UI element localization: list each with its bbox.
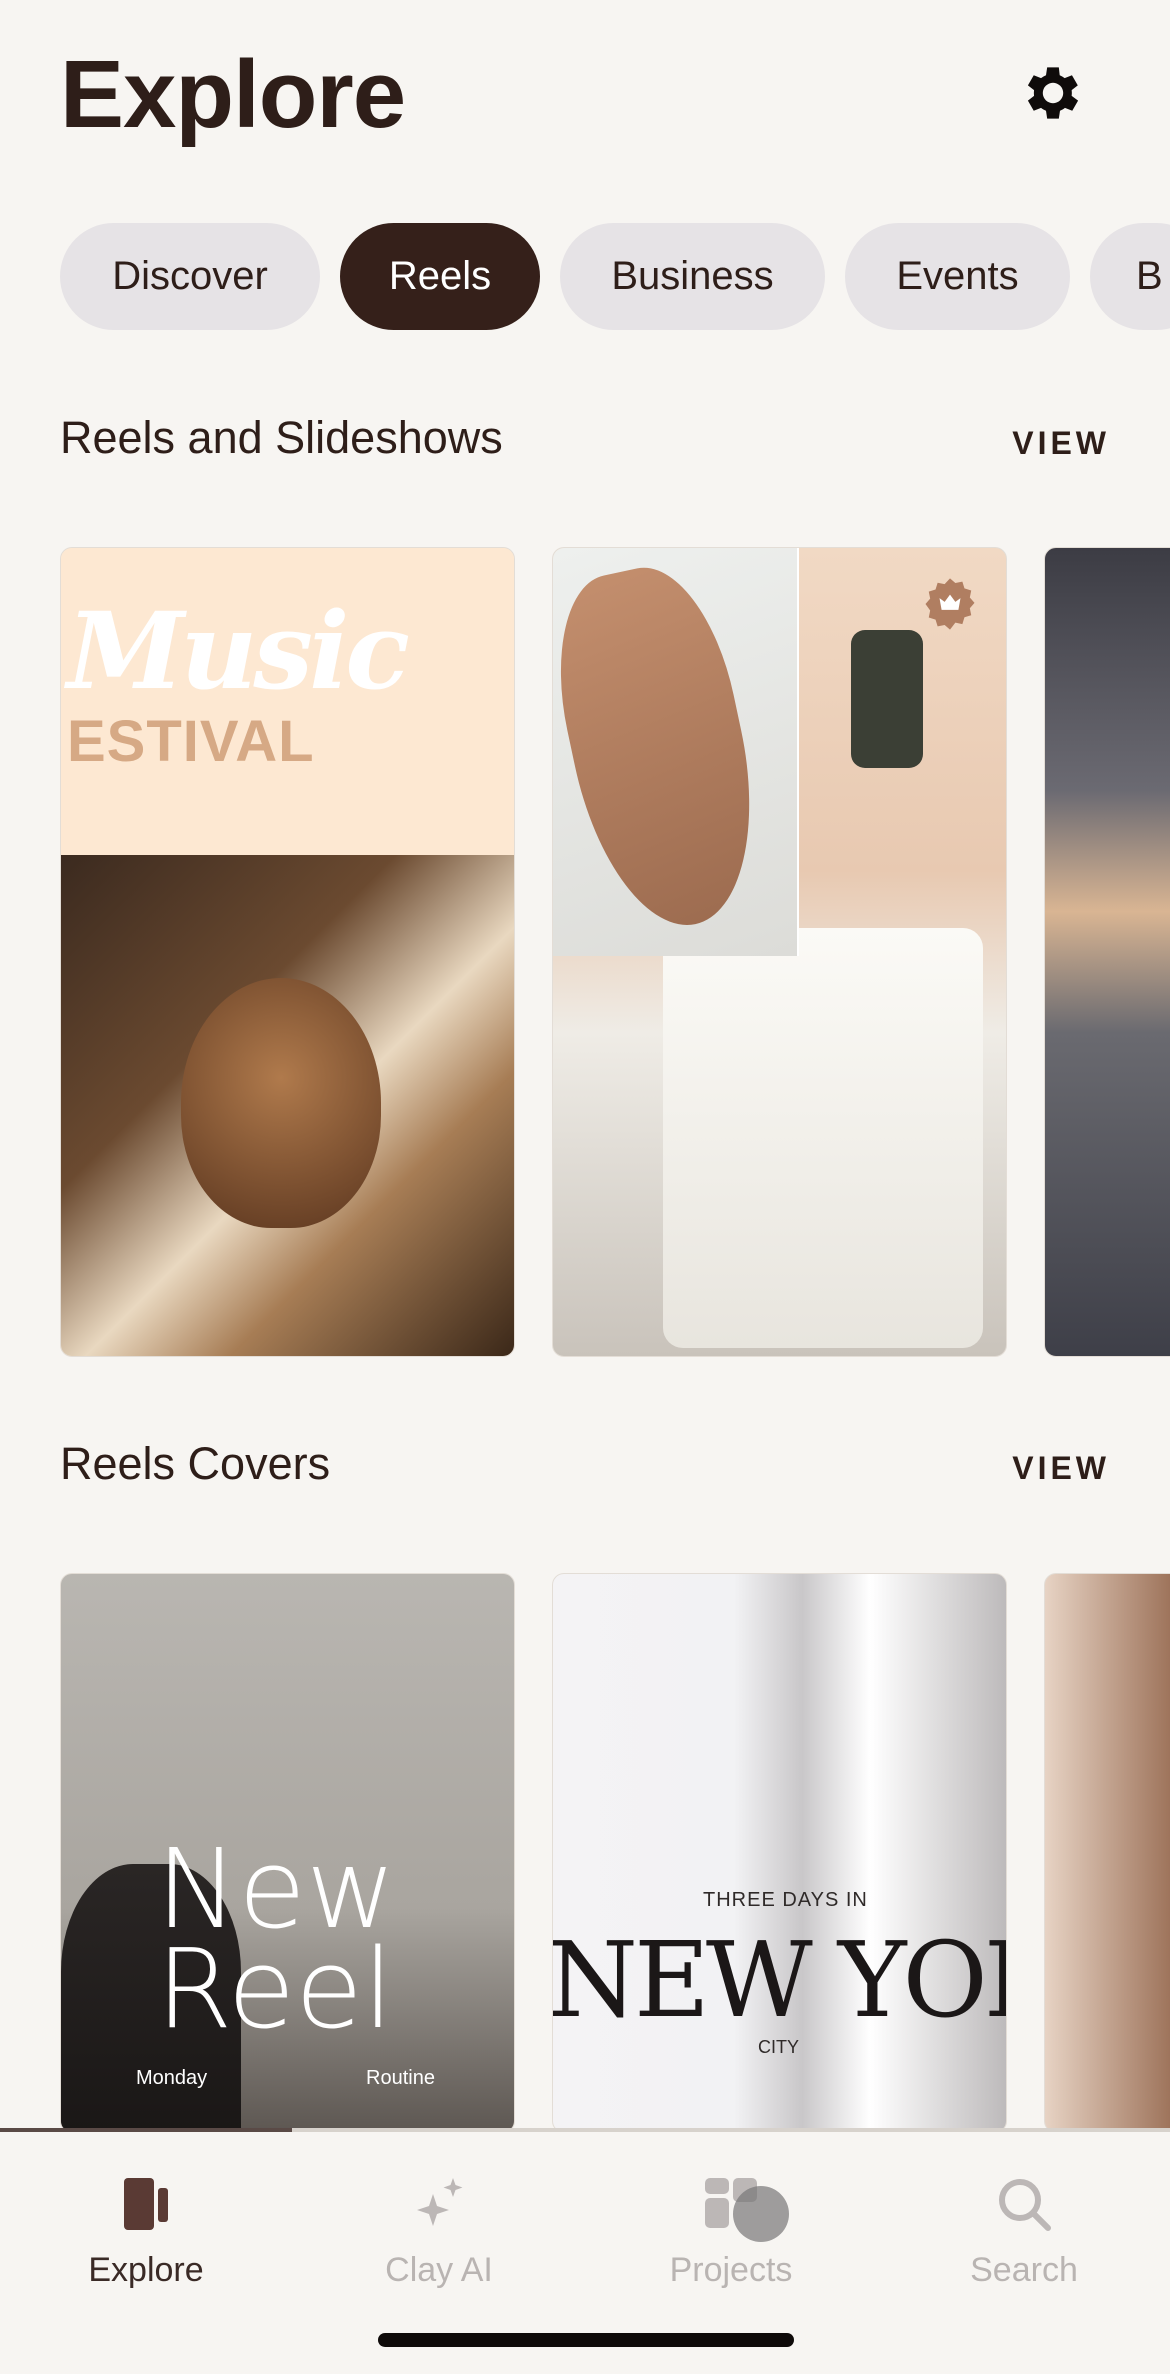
chip-more[interactable]: B [1090,223,1170,330]
category-chips: Discover Reels Business Events B [60,223,1170,330]
page-title: Explore [60,41,406,148]
crown-icon [925,578,975,630]
card-text-estival: ESTIVAL [67,709,315,774]
home-indicator [378,2333,794,2347]
nav-item-explore[interactable]: Explore [46,2172,246,2290]
chip-reels[interactable]: Reels [340,223,540,330]
section-title-reels-covers: Reels Covers [60,1438,331,1489]
cover-caption-routine: Routine [366,2067,435,2089]
chip-events[interactable]: Events [845,223,1070,330]
cover-card-new-york[interactable]: THREE DAYS IN NEW YORK CITY [552,1573,1007,2133]
template-card-restaurant[interactable] [1044,547,1170,1357]
gear-icon [1027,67,1079,119]
cover-headline: NEW YORK [552,1919,1006,2041]
template-card-fashion[interactable] [552,547,1007,1357]
header: Explore [60,40,1110,150]
cover-kicker: THREE DAYS IN [703,1889,868,1911]
touch-indicator [733,2186,789,2242]
nav-item-clay-ai[interactable]: Clay AI [339,2172,539,2290]
cover-card-new-reel[interactable]: New Reel Monday Routine [60,1573,515,2133]
view-reels-slideshows-link[interactable]: VIEW [1012,425,1110,462]
nav-item-search[interactable]: Search [924,2172,1124,2290]
view-reels-covers-link[interactable]: VIEW [1012,1450,1110,1487]
section-title-reels-slideshows: Reels and Slideshows [60,412,503,463]
template-card-music-festival[interactable]: Music ESTIVAL [60,547,515,1357]
cover-caption-monday: Monday [136,2067,208,2089]
scroll-progress [0,2128,292,2132]
phone-shape [851,630,923,768]
cover-card-portrait[interactable] [1044,1573,1170,2133]
portrait-shape [181,978,381,1228]
explore-icon [124,2178,168,2230]
cover-caption-city: CITY [758,2037,800,2057]
card-text-music: Music [67,588,410,713]
shoe-shape [553,554,779,942]
sparkle-icon [417,2178,463,2226]
shoe-photo-panel [553,548,799,956]
chip-business[interactable]: Business [560,223,825,330]
cover-text-new: New Reel [156,1825,396,2053]
settings-button[interactable] [1018,58,1088,128]
chip-discover[interactable]: Discover [60,223,320,330]
search-icon [999,2179,1051,2231]
nav-item-projects[interactable]: Projects [631,2172,831,2290]
outfit-shape [663,928,983,1348]
